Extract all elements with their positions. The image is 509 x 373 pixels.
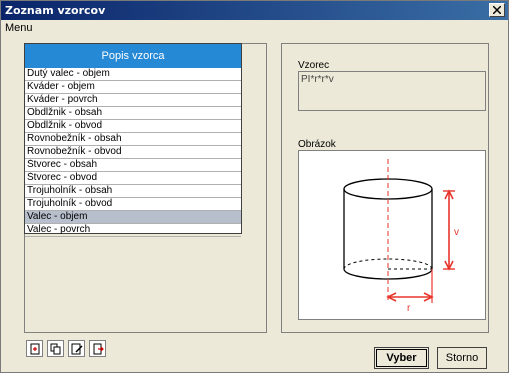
formula-value: PI*r*r*v (301, 74, 334, 85)
list-item[interactable]: Obdĺžnik - obsah (25, 107, 241, 120)
list-toolbar (26, 340, 106, 358)
delete-icon (93, 343, 104, 354)
list-item[interactable]: Dutý valec - objem (25, 68, 241, 81)
list-item[interactable]: Štvorec - obvod (25, 172, 241, 185)
menu-bar: Menu (1, 21, 508, 36)
title-bar: Zoznam vzorcov (1, 1, 508, 20)
list-item[interactable]: Kváder - povrch (25, 94, 241, 107)
delete-button[interactable] (89, 340, 106, 357)
list-item[interactable]: Valec - povrch (25, 224, 241, 237)
cylinder-diagram: v r (343, 159, 459, 314)
edit-icon (71, 343, 83, 354)
list-item[interactable]: Rovnobežník - obvod (25, 146, 241, 159)
list-header: Popis vzorca (25, 44, 241, 68)
list-item[interactable]: Trojuholník - obvod (25, 198, 241, 211)
close-icon (493, 6, 501, 14)
new-button[interactable] (26, 340, 43, 357)
picture-frame: v r (298, 150, 486, 320)
picture-label: Obrázok (298, 139, 336, 150)
close-button[interactable] (489, 3, 505, 17)
cancel-button[interactable]: Storno (437, 347, 487, 369)
list-item[interactable]: Rovnobežník - obsah (25, 133, 241, 146)
new-icon (30, 343, 39, 354)
radius-label: r (407, 303, 411, 314)
formula-field: PI*r*r*v (298, 71, 486, 111)
select-button[interactable]: Vyber (374, 347, 429, 369)
edit-button[interactable] (68, 340, 85, 357)
menu-item-menu[interactable]: Menu (5, 22, 33, 34)
list-item[interactable]: Štvorec - obsah (25, 159, 241, 172)
height-label: v (454, 227, 459, 238)
window-title: Zoznam vzorcov (5, 4, 106, 17)
list-item[interactable]: Obdĺžnik - obvod (25, 120, 241, 133)
formula-list[interactable]: Popis vzorca Dutý valec - objem Kváder -… (24, 43, 242, 237)
copy-button[interactable] (47, 340, 64, 357)
list-item[interactable]: Trojuholník - obsah (25, 185, 241, 198)
formula-label: Vzorec (298, 60, 330, 71)
list-item[interactable]: Kváder - objem (25, 81, 241, 94)
copy-icon (50, 343, 60, 354)
list-item-selected[interactable]: Valec - objem (25, 211, 241, 224)
